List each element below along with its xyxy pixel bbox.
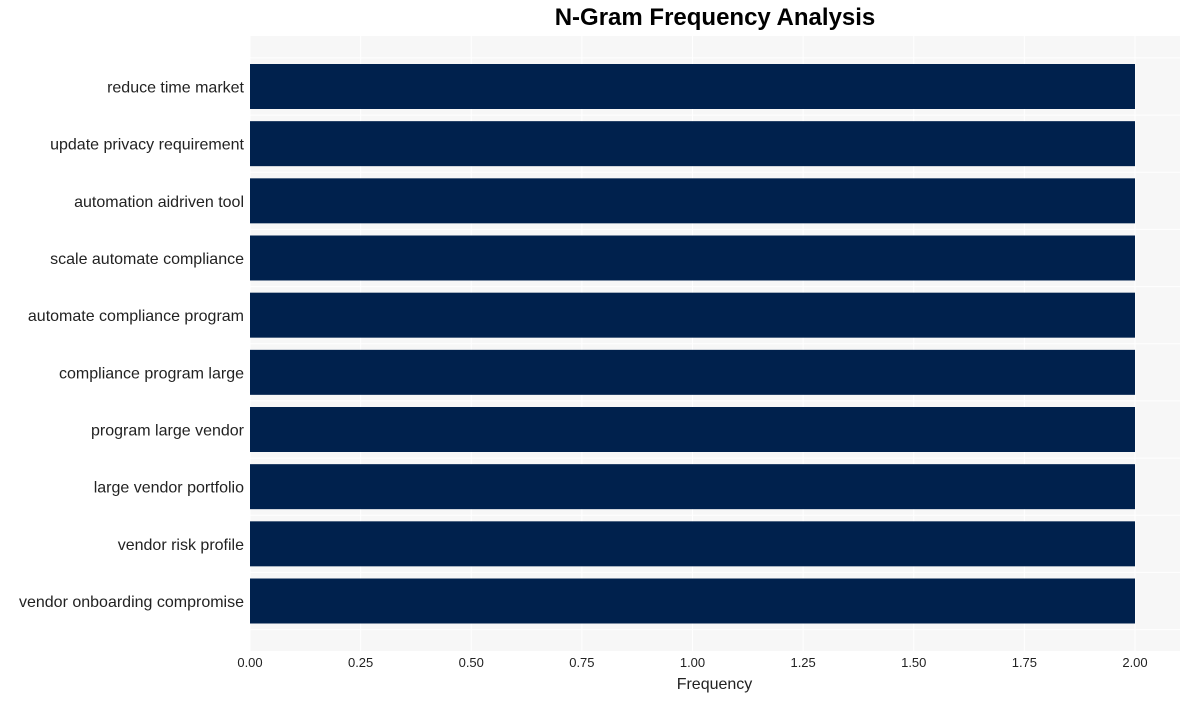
bar — [250, 292, 1135, 338]
bar — [250, 121, 1135, 167]
y-axis-labels: reduce time market update privacy require… — [19, 80, 245, 612]
x-tick-label: 0.50 — [459, 655, 484, 670]
bar-chart: reduce time market update privacy require… — [19, 36, 1180, 693]
y-tick-label: large vendor portfolio — [94, 480, 244, 497]
y-tick-label: reduce time market — [107, 80, 244, 97]
y-tick-label: compliance program large — [59, 365, 244, 382]
y-tick-label: scale automate compliance — [50, 251, 244, 268]
bar — [250, 349, 1135, 395]
bar — [250, 178, 1135, 224]
y-tick-label: program large vendor — [91, 423, 245, 440]
x-tick-label: 1.00 — [680, 655, 705, 670]
x-tick-label: 1.25 — [790, 655, 815, 670]
bar — [250, 407, 1135, 452]
bar — [250, 235, 1135, 281]
y-tick-label: vendor onboarding compromise — [19, 594, 244, 611]
x-tick-label: 0.75 — [569, 655, 594, 670]
x-axis-label: Frequency — [677, 676, 753, 693]
y-tick-label: automation aidriven tool — [74, 194, 244, 211]
x-tick-label: 0.00 — [237, 655, 262, 670]
bar — [250, 521, 1135, 567]
x-tick-label: 2.00 — [1122, 655, 1147, 670]
y-tick-label: vendor risk profile — [118, 537, 244, 554]
y-tick-label: automate compliance program — [28, 308, 244, 325]
x-tick-label: 0.25 — [348, 655, 373, 670]
bar — [250, 464, 1135, 510]
x-tick-label: 1.50 — [901, 655, 926, 670]
x-axis-ticks: 0.00 0.25 0.50 0.75 1.00 1.25 1.50 1.75 2.00 — [237, 655, 1147, 670]
y-tick-label: update privacy requirement — [50, 137, 244, 154]
bar — [250, 64, 1135, 109]
x-tick-label: 1.75 — [1012, 655, 1037, 670]
bar — [250, 578, 1135, 624]
